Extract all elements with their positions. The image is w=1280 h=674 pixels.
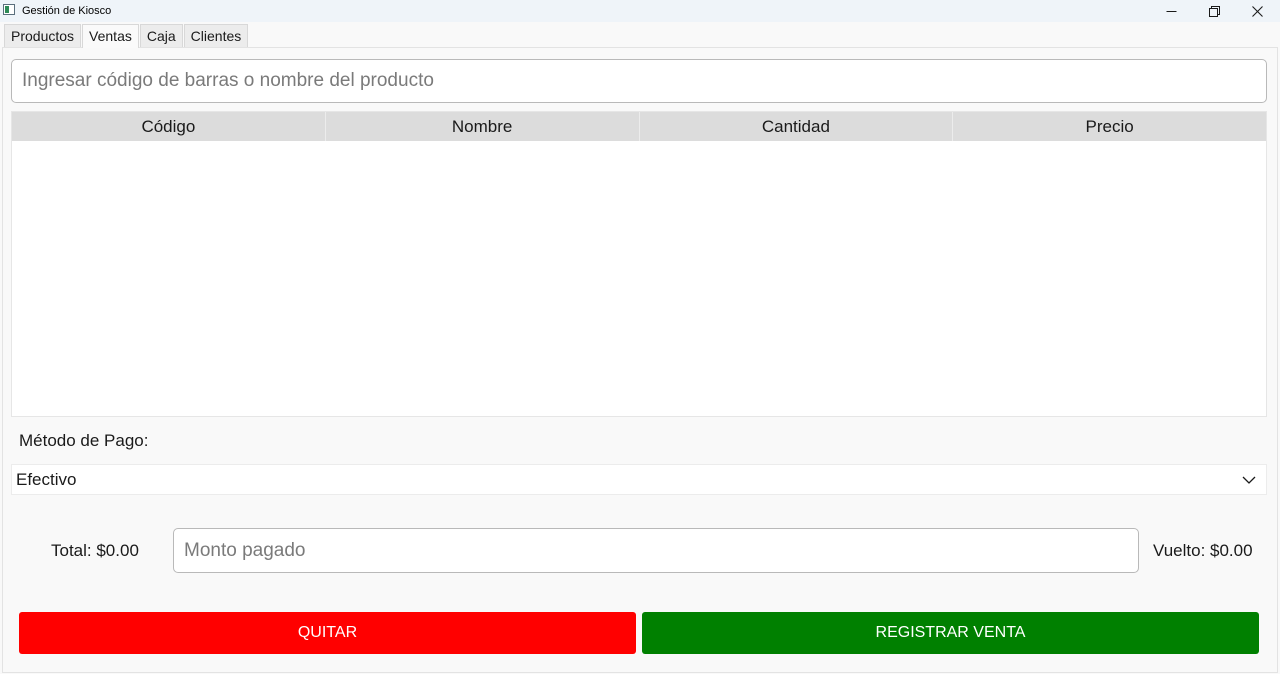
- tab-clientes[interactable]: Clientes: [183, 24, 249, 47]
- remove-button[interactable]: QUITAR: [19, 612, 636, 654]
- chevron-down-icon: [1242, 476, 1256, 484]
- column-header-codigo[interactable]: Código: [12, 112, 326, 141]
- title-bar: Gestión de Kiosco: [0, 0, 1280, 22]
- minimize-button[interactable]: [1148, 0, 1194, 22]
- tab-ventas[interactable]: Ventas: [82, 24, 139, 48]
- payment-method-select[interactable]: Efectivo: [11, 464, 1267, 495]
- register-sale-button[interactable]: REGISTRAR VENTA: [642, 612, 1259, 654]
- tab-caja[interactable]: Caja: [139, 24, 183, 47]
- restore-icon: [1208, 5, 1220, 17]
- minimize-icon: [1166, 10, 1176, 12]
- product-search-input[interactable]: [11, 59, 1267, 103]
- total-label: Total: $0.00: [51, 541, 139, 560]
- column-header-cantidad[interactable]: Cantidad: [640, 112, 954, 141]
- table-header: Código Nombre Cantidad Precio: [12, 112, 1266, 141]
- restore-button[interactable]: [1191, 0, 1237, 22]
- app-icon: [3, 4, 15, 15]
- tab-bar: Productos Ventas Caja Clientes: [4, 24, 249, 48]
- payment-method-label: Método de Pago:: [19, 431, 149, 450]
- close-button[interactable]: [1234, 0, 1280, 22]
- app-window: Gestión de Kiosco Productos Ventas Caja …: [0, 0, 1280, 674]
- tab-productos[interactable]: Productos: [4, 24, 82, 47]
- amount-paid-input[interactable]: [173, 528, 1139, 573]
- sale-items-table[interactable]: Código Nombre Cantidad Precio: [11, 111, 1267, 417]
- column-header-nombre[interactable]: Nombre: [326, 112, 640, 141]
- change-label: Vuelto: $0.00: [1153, 541, 1253, 560]
- payment-method-value: Efectivo: [16, 470, 77, 489]
- close-icon: [1251, 5, 1263, 17]
- window-title: Gestión de Kiosco: [22, 5, 112, 17]
- column-header-precio[interactable]: Precio: [953, 112, 1266, 141]
